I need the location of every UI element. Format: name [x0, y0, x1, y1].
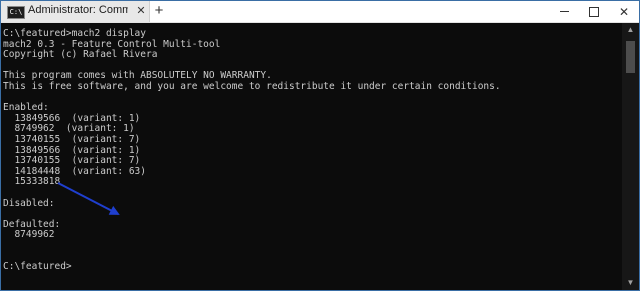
close-icon: ✕ [618, 4, 630, 19]
minimize-icon [559, 11, 569, 12]
new-tab-button[interactable]: + [152, 2, 166, 20]
close-window-button[interactable]: ✕ [609, 1, 639, 22]
console-line: Copyright (c) Rafael Rivera [3, 49, 158, 61]
maximize-icon [589, 6, 599, 17]
scroll-up-icon[interactable]: ▲ [622, 23, 639, 37]
console-line: This is free software, and you are welco… [3, 80, 501, 92]
console-line: 8749962 [3, 229, 55, 241]
window-controls: ✕ [549, 1, 639, 22]
console-line: 14184448 (variant: 63) [3, 165, 146, 177]
vertical-scrollbar[interactable]: ▲ ▼ [622, 23, 639, 290]
tab-title: Administrator: Comma [28, 4, 128, 16]
scroll-thumb[interactable] [626, 41, 635, 73]
scroll-down-icon[interactable]: ▼ [622, 276, 639, 290]
console-output-area[interactable]: C:\featured>mach2 display mach2 0.3 - Fea… [1, 23, 621, 290]
terminal-window: C:\ Administrator: Comma ✕ + ✕ C:\featur… [0, 0, 640, 291]
console-line: Disabled: [3, 197, 55, 209]
console-line: C:\featured> [3, 261, 72, 273]
minimize-button[interactable] [549, 1, 579, 22]
console-line: 13740155 (variant: 7) [3, 133, 141, 145]
maximize-button[interactable] [579, 1, 609, 22]
title-bar[interactable]: C:\ Administrator: Comma ✕ + ✕ [1, 1, 639, 23]
tab-close-icon[interactable]: ✕ [135, 4, 147, 18]
console-line: 15333818 [3, 176, 61, 188]
console-line: Defaulted: [3, 218, 61, 230]
terminal-tab[interactable]: C:\ Administrator: Comma ✕ [1, 1, 150, 22]
console-line: C:\featured>mach2 display [3, 28, 146, 39]
console-text: C:\featured>mach2 display mach2 0.3 - Fea… [3, 28, 501, 273]
terminal-icon: C:\ [7, 6, 25, 19]
